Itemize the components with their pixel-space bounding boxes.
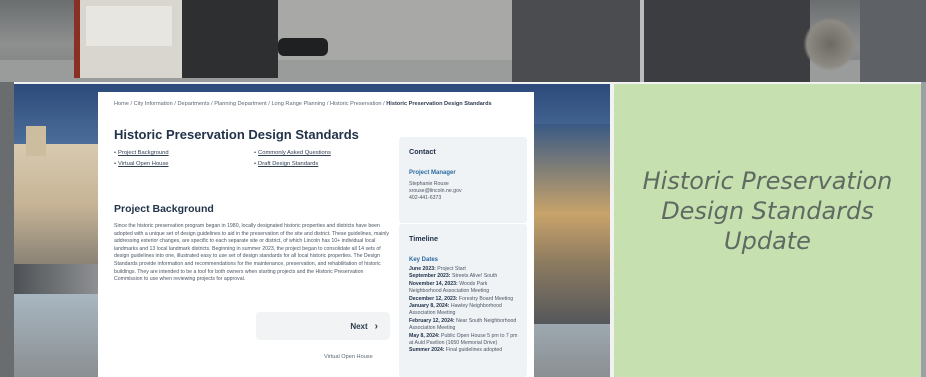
breadcrumb-separator: / [326, 101, 329, 107]
contact-role: Project Manager [409, 170, 456, 176]
timeline-date: May 8, 2024: [409, 332, 440, 339]
page-title: Historic Preservation Design Standards [114, 127, 359, 142]
timeline-card: Timeline Key Dates June 2023: Project St… [399, 224, 527, 377]
breadcrumb-item[interactable]: Departments [177, 101, 209, 107]
timeline-date: November 14, 2023: [409, 280, 458, 287]
breadcrumb-separator: / [130, 101, 133, 107]
timeline-date: Summer 2024: [409, 347, 445, 354]
breadcrumb-separator: / [268, 101, 270, 107]
timeline-date: February 12, 2024: [409, 317, 455, 324]
photo-building [512, 0, 642, 82]
link-virtual-open-house[interactable]: Virtual Open House [114, 161, 254, 167]
contact-title: Contact [409, 147, 436, 156]
page-content: Home / City Information / Departments / … [98, 92, 534, 377]
timeline-title: Timeline [409, 234, 439, 243]
contact-phone[interactable]: 402-441-6373 [409, 195, 519, 202]
timeline-item: September 2023: Streets Alive! South [409, 273, 521, 280]
photo-car [278, 38, 328, 56]
timeline-date: January 8, 2024: [409, 303, 450, 310]
timeline-date: September 2023: [409, 273, 451, 280]
photo-tree [802, 18, 858, 70]
next-page-label[interactable]: Virtual Open House [324, 354, 373, 360]
breadcrumb-item[interactable]: Long Range Planning [271, 101, 325, 107]
city-photo-left [14, 126, 100, 294]
breadcrumb: Home / City Information / Departments / … [114, 100, 524, 108]
timeline-list: June 2023: Project Start September 2023:… [409, 266, 521, 355]
breadcrumb-item[interactable]: Historic Preservation [330, 101, 382, 107]
link-draft-design-standards[interactable]: Draft Design Standards [254, 161, 394, 167]
aerial-photo [0, 0, 926, 82]
panel-title: Historic Preservation Design Standards U… [642, 167, 893, 255]
breadcrumb-current: Historic Preservation Design Standards [386, 101, 492, 107]
timeline-item: November 14, 2023: Woods Park Neighborho… [409, 281, 521, 296]
website-screenshot: Home / City Information / Departments / … [14, 84, 610, 377]
timeline-item: February 12, 2024: Near South Neighborho… [409, 318, 521, 333]
timeline-subtitle: Key Dates [409, 257, 439, 263]
next-button[interactable]: Next › [256, 312, 390, 340]
link-project-background[interactable]: Project Background [114, 150, 254, 156]
city-photo-right [532, 124, 610, 324]
timeline-date: June 2023: [409, 266, 436, 272]
timeline-text: Streets Alive! South [451, 273, 498, 280]
contact-name: Stephanie Rouse [409, 181, 449, 187]
photo-building [640, 0, 810, 82]
timeline-text: Forestry Board Meeting [458, 295, 514, 302]
breadcrumb-item[interactable]: Planning Department [214, 101, 267, 107]
photo-roof [86, 6, 172, 46]
breadcrumb-separator: / [211, 101, 213, 107]
contact-card: Contact Project Manager Stephanie Rouse … [399, 137, 527, 223]
chevron-right-icon: › [374, 320, 378, 332]
link-commonly-asked-questions[interactable]: Commonly Asked Questions [254, 150, 394, 156]
breadcrumb-item[interactable]: City Information [134, 101, 173, 107]
timeline-item: Summer 2024: Final guidelines adopted [409, 347, 521, 354]
title-panel: Historic Preservation Design Standards U… [614, 84, 921, 377]
timeline-text: Project Start [437, 266, 466, 272]
section-links: Project Background Commonly Asked Questi… [114, 150, 394, 167]
timeline-item: January 8, 2024: Hawley Neighborhood Ass… [409, 303, 521, 318]
next-label: Next [350, 321, 368, 331]
photo-road [14, 264, 100, 294]
contact-email[interactable]: srouse@lincoln.ne.gov [409, 188, 519, 195]
timeline-item: June 2023: Project Start [409, 266, 521, 273]
photo-building [860, 0, 926, 82]
photo-edge [0, 82, 14, 377]
section-title: Project Background [114, 203, 214, 215]
timeline-item: May 8, 2024: Public Open House 5 pm to 7… [409, 333, 521, 348]
photo-building [182, 0, 278, 78]
contact-details: Stephanie Rouse srouse@lincoln.ne.gov 40… [409, 181, 519, 203]
timeline-text: Final guidelines adopted [445, 347, 503, 354]
breadcrumb-separator: / [174, 101, 176, 107]
section-body: Since the historic preservation program … [114, 223, 390, 283]
breadcrumb-separator: / [383, 101, 385, 107]
breadcrumb-item[interactable]: Home [114, 101, 129, 107]
photo-edge [921, 82, 926, 377]
timeline-item: December 12, 2023: Forestry Board Meetin… [409, 296, 521, 303]
timeline-date: December 12, 2023: [409, 295, 458, 302]
capitol-tower [26, 126, 46, 156]
